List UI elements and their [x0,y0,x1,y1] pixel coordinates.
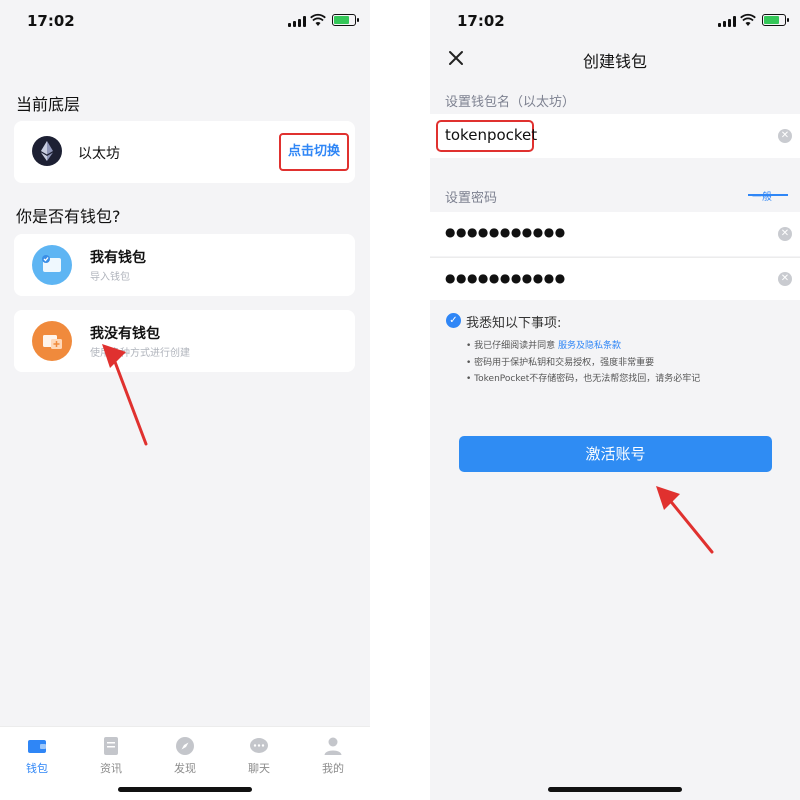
page-title: 创建钱包 [582,52,647,71]
terms-bullet: • 我已仔细阅读并同意 服务及隐私条款 [466,338,621,351]
tab-wallet[interactable]: 钱包 [7,736,67,776]
agree-checkbox[interactable]: ✓ [446,313,461,328]
password-strength-bar [748,194,788,196]
clear-password-icon[interactable]: ✕ [778,227,792,241]
confirm-password-input[interactable]: ●●●●●●●●●●● [445,271,566,285]
tab-me-label: 我的 [322,762,344,775]
chain-card: 以太坊 点击切换 [14,121,355,183]
no-wallet-card[interactable]: 我没有钱包 使用多种方式进行创建 [14,310,355,372]
current-layer-title: 当前底层 [16,95,81,114]
red-arrow-annotation [102,344,148,446]
status-bar: 17:02 [430,0,800,44]
tab-wallet-label: 钱包 [26,762,48,775]
have-wallet-subtitle: 导入钱包 [90,272,130,283]
import-wallet-icon [32,245,72,285]
password-field[interactable]: ●●●●●●●●●●● ✕ [430,212,800,256]
ethereum-icon [32,136,62,166]
wifi-icon [310,13,326,26]
wallet-icon [28,740,46,753]
screenshot-stage: 17:02 当前底层 以太坊 点击切换 你是否有钱包? 我有钱包 导入钱包 我没… [0,0,800,800]
status-time: 17:02 [27,12,75,30]
have-wallet-title: 我有钱包 [90,250,146,266]
tab-chat-label: 聊天 [248,762,270,775]
wallet-name-field[interactable]: tokenpocket ✕ [430,114,800,158]
home-indicator [118,787,252,792]
wallet-question: 你是否有钱包? [16,207,121,226]
tab-news[interactable]: 资讯 [81,736,141,776]
tab-me[interactable]: 我的 [303,736,363,776]
terms-link[interactable]: 服务及隐私条款 [558,341,621,351]
confirm-password-field[interactable]: ●●●●●●●●●●● ✕ [430,257,800,300]
tab-discover[interactable]: 发现 [155,736,215,776]
password-importance-bullet: • 密码用于保护私钥和交易授权，强度非常重要 [466,358,655,368]
tab-chat[interactable]: 聊天 [229,736,289,776]
compass-icon [176,737,194,755]
bottom-tab-bar: 钱包 资讯 发现 聊天 我的 [0,726,370,800]
switch-chain-button[interactable]: 点击切换 [279,133,349,171]
battery-icon [762,14,789,26]
have-wallet-card[interactable]: 我有钱包 导入钱包 [14,234,355,296]
tab-news-label: 资讯 [100,762,122,775]
wifi-icon [740,13,756,26]
activate-account-button[interactable]: 激活账号 [459,436,772,472]
battery-icon [332,14,359,26]
clear-confirm-icon[interactable]: ✕ [778,272,792,286]
status-time: 17:02 [457,12,505,30]
chat-bubble-icon [250,738,268,753]
home-indicator [548,787,682,792]
wallet-name-label: 设置钱包名（以太坊） [445,95,576,110]
signal-icon [288,16,306,27]
clear-name-icon[interactable]: ✕ [778,129,792,143]
password-label: 设置密码 [445,191,498,206]
agree-title: 我悉知以下事项: [466,316,562,331]
tab-discover-label: 发现 [174,762,196,775]
left-phone-screen: 17:02 当前底层 以太坊 点击切换 你是否有钱包? 我有钱包 导入钱包 我没… [0,0,370,800]
red-arrow-annotation [656,486,714,554]
password-input[interactable]: ●●●●●●●●●●● [445,225,566,239]
document-icon [104,737,118,755]
create-wallet-icon [32,321,72,361]
chain-name: 以太坊 [78,146,120,162]
status-bar: 17:02 [0,0,370,44]
signal-icon [718,16,736,27]
password-storage-bullet: • TokenPocket不存储密码，也无法帮您找回，请务必牢记 [466,374,701,384]
person-icon [324,737,342,755]
terms-bullet-text: • 我已仔细阅读并同意 [466,341,559,351]
wallet-name-input[interactable]: tokenpocket [445,126,537,144]
right-phone-screen: 17:02 创建钱包 设置钱包名（以太坊） tokenpocket ✕ 设置密码… [430,0,800,800]
